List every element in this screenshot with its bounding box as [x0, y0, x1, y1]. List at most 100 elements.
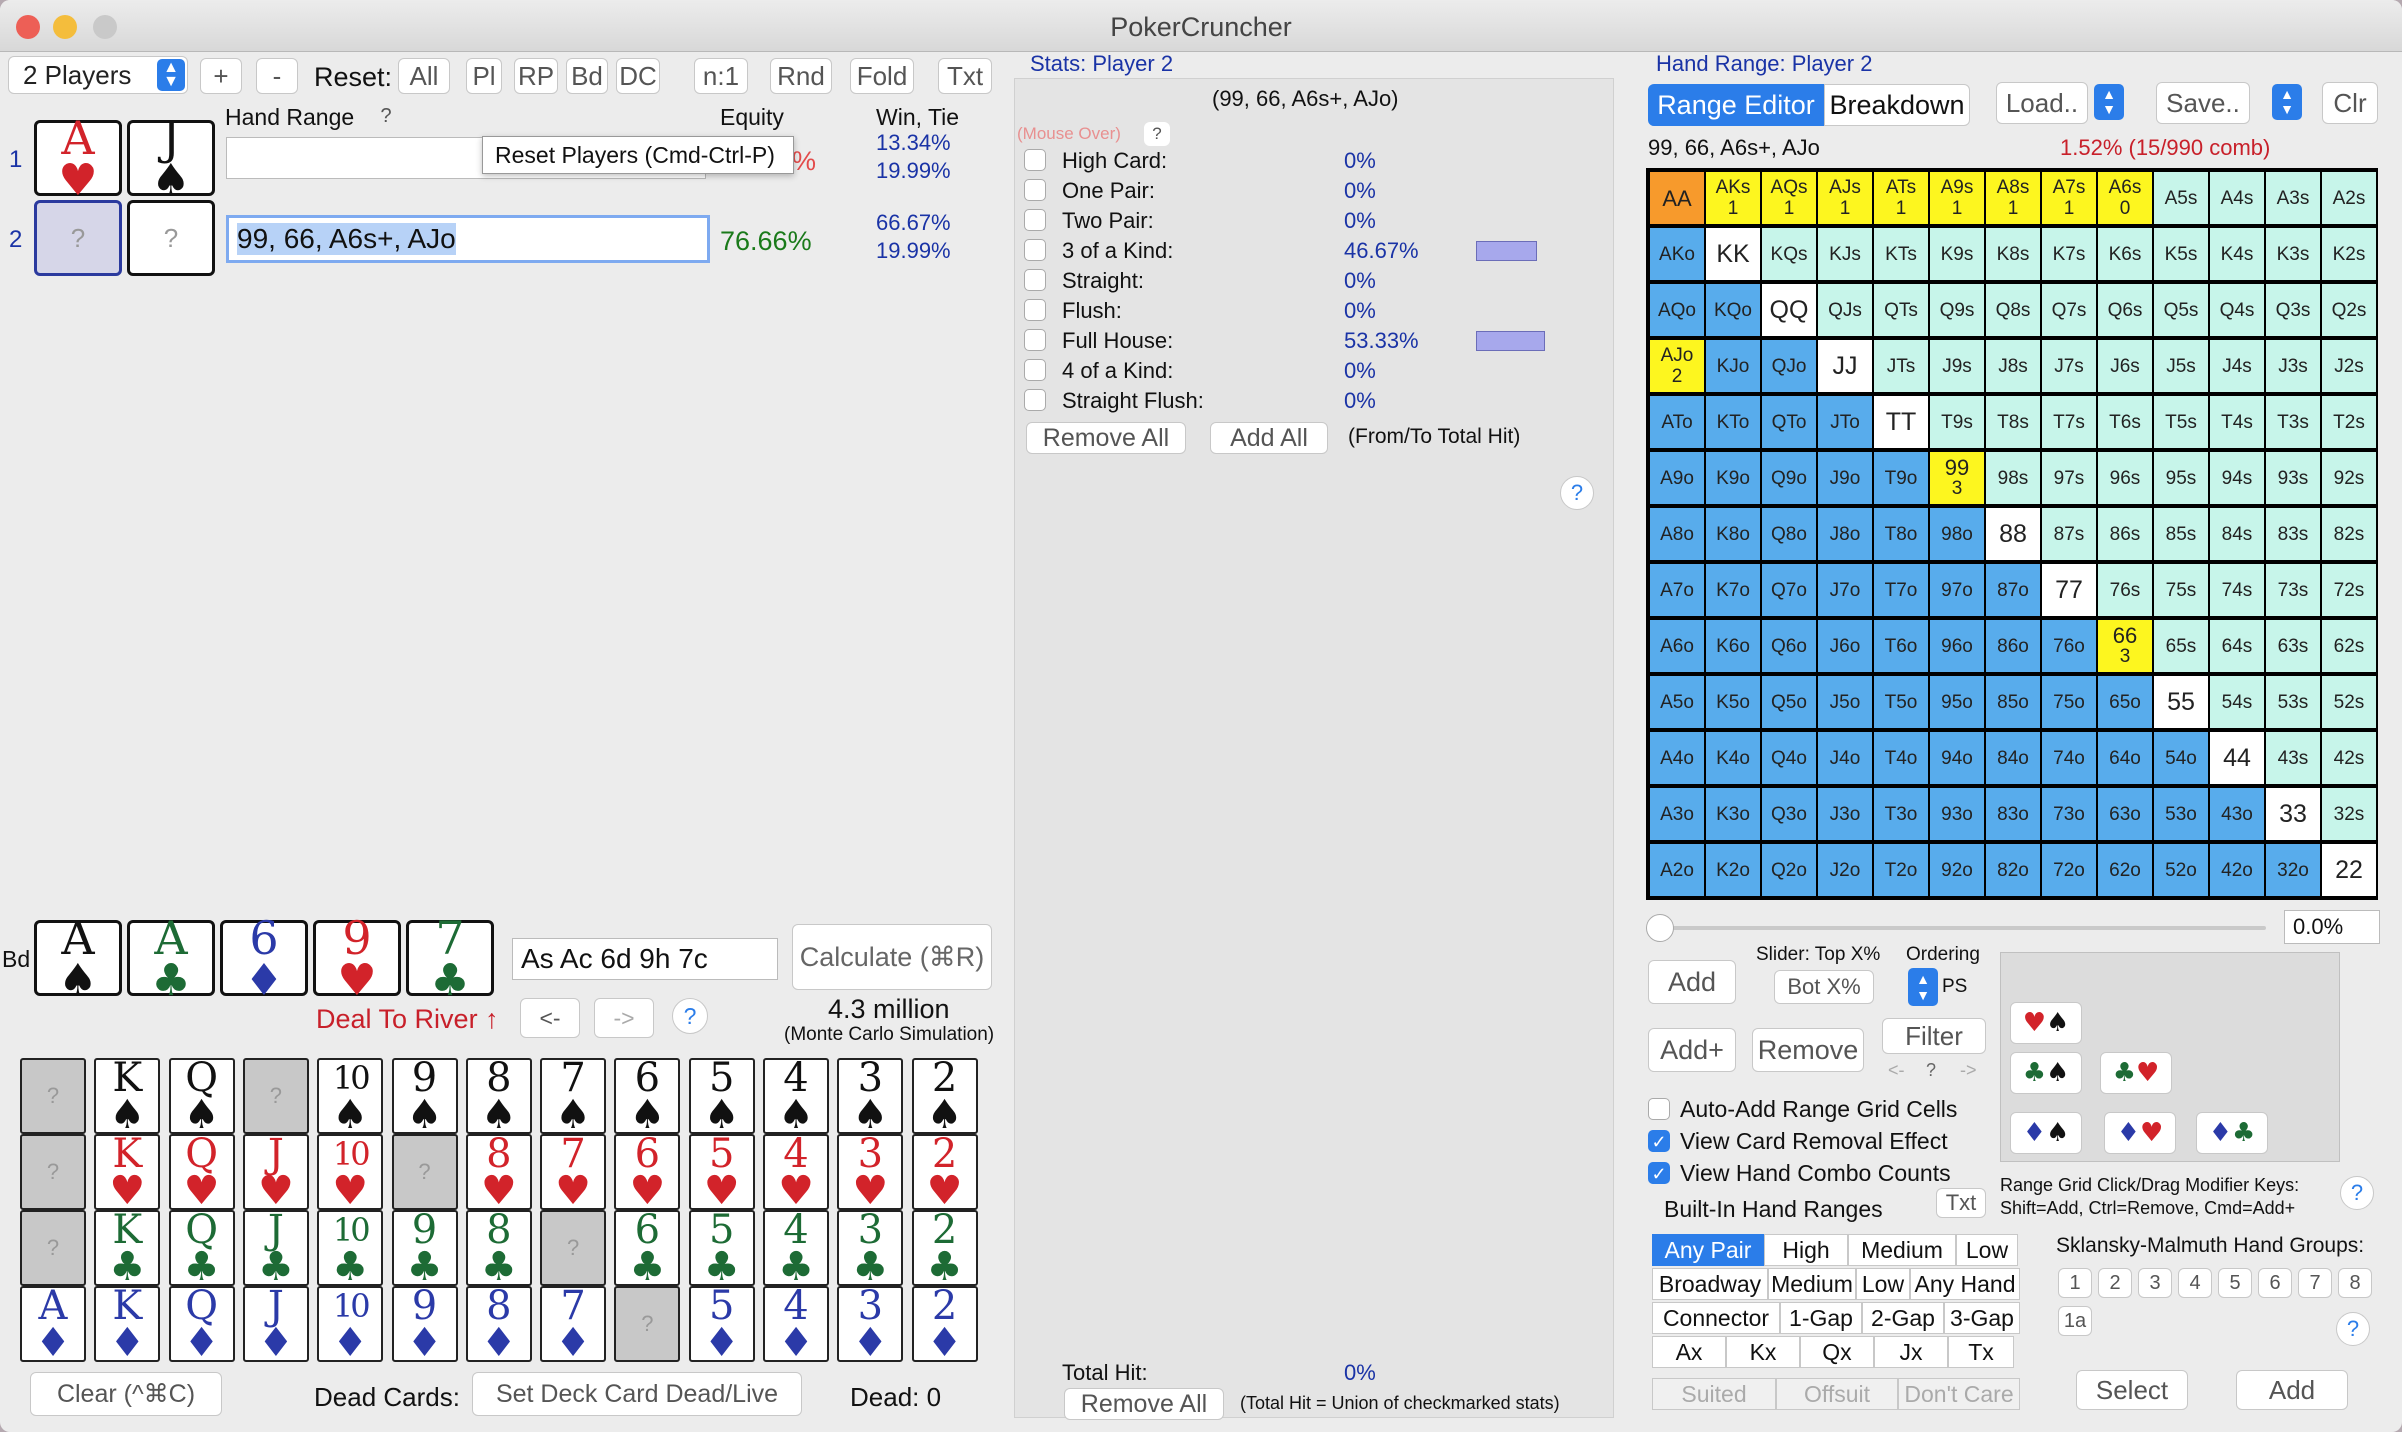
range-cell-kjs[interactable]: KJs — [1818, 228, 1872, 280]
range-cell-q7o[interactable]: Q7o — [1762, 564, 1816, 616]
builtin-range-tx[interactable]: Tx — [1948, 1336, 2014, 1368]
range-cell-q6s[interactable]: Q6s — [2098, 284, 2152, 336]
suit-combo-button[interactable]: ♣ ♠ — [2010, 1052, 2082, 1094]
builtin-range-any-hand[interactable]: Any Hand — [1910, 1268, 2020, 1300]
builtin-range-suited[interactable]: Suited — [1652, 1378, 1776, 1410]
add-plus-button[interactable]: Add+ — [1648, 1028, 1736, 1072]
range-cell-94o[interactable]: 94o — [1930, 732, 1984, 784]
range-cell-99[interactable]: 99 3 — [1930, 452, 1984, 504]
built-in-txt-button[interactable]: Txt — [1936, 1188, 1986, 1218]
range-cell-j9o[interactable]: J9o — [1818, 452, 1872, 504]
range-cell-j3o[interactable]: J3o — [1818, 788, 1872, 840]
add-player-button[interactable]: + — [200, 58, 242, 94]
deck-card[interactable]: 3 ♥ — [837, 1134, 904, 1211]
board-forward-button[interactable]: -> — [594, 998, 654, 1038]
range-cell-a3s[interactable]: A3s — [2266, 172, 2320, 224]
range-cell-k2o[interactable]: K2o — [1706, 844, 1760, 896]
deck-card[interactable]: 10 ♦ — [317, 1286, 384, 1363]
filter-help[interactable]: ? — [1926, 1060, 1936, 1081]
builtin-range-qx[interactable]: Qx — [1800, 1336, 1874, 1368]
range-cell-kjo[interactable]: KJo — [1706, 340, 1760, 392]
range-cell-98s[interactable]: 98s — [1986, 452, 2040, 504]
deck-card[interactable]: 10 ♠ — [317, 1058, 384, 1135]
range-cell-42s[interactable]: 42s — [2322, 732, 2376, 784]
range-cell-q4o[interactable]: Q4o — [1762, 732, 1816, 784]
range-cell-k5s[interactable]: K5s — [2154, 228, 2208, 280]
range-cell-j3s[interactable]: J3s — [2266, 340, 2320, 392]
deck-card[interactable]: ? — [20, 1058, 86, 1134]
range-cell-a7o[interactable]: A7o — [1650, 564, 1704, 616]
stats-help-button-2[interactable]: ? — [1560, 476, 1594, 510]
range-cell-a8o[interactable]: A8o — [1650, 508, 1704, 560]
builtin-range-jx[interactable]: Jx — [1874, 1336, 1948, 1368]
range-cell-95s[interactable]: 95s — [2154, 452, 2208, 504]
range-cell-42o[interactable]: 42o — [2210, 844, 2264, 896]
range-cell-qjo[interactable]: QJo — [1762, 340, 1816, 392]
ordering-dropdown-icon[interactable]: ▲ ▼ — [1908, 968, 1938, 1006]
range-cell-aqo[interactable]: AQo — [1650, 284, 1704, 336]
range-cell-t5o[interactable]: T5o — [1874, 676, 1928, 728]
range-cell-22[interactable]: 22 — [2322, 844, 2376, 896]
deck-card[interactable]: 9 ♣ — [391, 1210, 458, 1287]
range-cell-62s[interactable]: 62s — [2322, 620, 2376, 672]
range-cell-32s[interactable]: 32s — [2322, 788, 2376, 840]
range-cell-q9o[interactable]: Q9o — [1762, 452, 1816, 504]
range-cell-t3s[interactable]: T3s — [2266, 396, 2320, 448]
range-cell-q5s[interactable]: Q5s — [2154, 284, 2208, 336]
range-cell-74s[interactable]: 74s — [2210, 564, 2264, 616]
hand-range-help-button[interactable]: ? — [370, 103, 402, 129]
range-cell-a6o[interactable]: A6o — [1650, 620, 1704, 672]
sklansky-group-5[interactable]: 5 — [2218, 1268, 2252, 1298]
range-cell-t6s[interactable]: T6s — [2098, 396, 2152, 448]
range-cell-qto[interactable]: QTo — [1762, 396, 1816, 448]
range-cell-tt[interactable]: TT — [1874, 396, 1928, 448]
player-2-range-input[interactable]: 99, 66, A6s+, AJo — [226, 215, 710, 263]
player-2-card-1[interactable]: ? — [34, 200, 122, 276]
range-cell-54s[interactable]: 54s — [2210, 676, 2264, 728]
load-range-button[interactable]: Load.. — [1996, 82, 2088, 124]
range-cell-84o[interactable]: 84o — [1986, 732, 2040, 784]
deck-card[interactable]: 3 ♣ — [837, 1210, 904, 1287]
reset-pl-button[interactable]: Pl — [466, 58, 502, 94]
range-cell-k8o[interactable]: K8o — [1706, 508, 1760, 560]
reset-bd-button[interactable]: Bd — [566, 58, 608, 94]
stat-checkbox[interactable] — [1024, 239, 1046, 261]
tab-range-editor[interactable]: Range Editor — [1648, 84, 1824, 126]
range-cell-k2s[interactable]: K2s — [2322, 228, 2376, 280]
add-range-button[interactable]: Add — [1648, 960, 1736, 1004]
deck-card[interactable]: 6 ♥ — [614, 1134, 681, 1211]
range-cell-kto[interactable]: KTo — [1706, 396, 1760, 448]
deck-card[interactable]: K ♣ — [94, 1210, 161, 1287]
deck-card[interactable]: 7 ♦ — [540, 1286, 607, 1363]
range-cell-a9o[interactable]: A9o — [1650, 452, 1704, 504]
range-cell-ajs[interactable]: AJs 1 — [1818, 172, 1872, 224]
deck-card[interactable]: 7 ♥ — [540, 1134, 607, 1211]
range-cell-qq[interactable]: QQ — [1762, 284, 1816, 336]
range-cell-52o[interactable]: 52o — [2154, 844, 2208, 896]
range-cell-52s[interactable]: 52s — [2322, 676, 2376, 728]
set-deck-dead-button[interactable]: Set Deck Card Dead/Live — [472, 1372, 802, 1416]
add-group-button[interactable]: Add — [2236, 1370, 2348, 1410]
deck-card[interactable]: 8 ♣ — [465, 1210, 532, 1287]
range-cell-85s[interactable]: 85s — [2154, 508, 2208, 560]
range-cell-j8o[interactable]: J8o — [1818, 508, 1872, 560]
range-cell-q3o[interactable]: Q3o — [1762, 788, 1816, 840]
range-cell-q3s[interactable]: Q3s — [2266, 284, 2320, 336]
deck-card[interactable]: 8 ♥ — [465, 1134, 532, 1211]
range-cell-k6s[interactable]: K6s — [2098, 228, 2152, 280]
builtin-range-3-gap[interactable]: 3-Gap — [1944, 1302, 2020, 1334]
range-cell-73o[interactable]: 73o — [2042, 788, 2096, 840]
range-cell-t7o[interactable]: T7o — [1874, 564, 1928, 616]
deck-card[interactable]: K ♠ — [94, 1058, 161, 1135]
range-cell-97s[interactable]: 97s — [2042, 452, 2096, 504]
range-cell-65o[interactable]: 65o — [2098, 676, 2152, 728]
deck-card[interactable]: Q ♠ — [168, 1058, 235, 1135]
player-1-card-1[interactable]: A ♥ — [34, 115, 122, 203]
range-cell-a9s[interactable]: A9s 1 — [1930, 172, 1984, 224]
range-cell-j7s[interactable]: J7s — [2042, 340, 2096, 392]
deck-card[interactable]: 3 ♦ — [837, 1286, 904, 1363]
deck-card[interactable]: 10 ♣ — [317, 1210, 384, 1287]
add-all-stats-button[interactable]: Add All — [1210, 422, 1328, 454]
range-cell-j6s[interactable]: J6s — [2098, 340, 2152, 392]
reset-rp-button[interactable]: RP — [514, 58, 558, 94]
